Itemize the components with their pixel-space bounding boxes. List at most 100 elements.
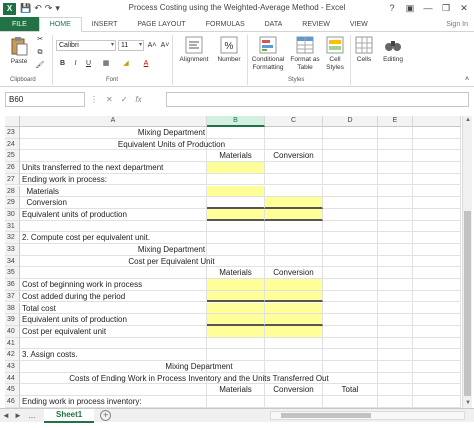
column-header-e[interactable]: E	[378, 116, 413, 127]
cell-a[interactable]: Ending work in process inventory:	[20, 396, 207, 408]
cell-f[interactable]	[413, 255, 461, 268]
cell-c[interactable]: Conversion	[265, 267, 323, 280]
cell-b[interactable]	[207, 232, 265, 244]
cell-a[interactable]: Ending work in process:	[20, 173, 207, 186]
cell-f[interactable]	[413, 173, 461, 186]
cell-a[interactable]: Cost added during the period	[20, 290, 207, 303]
cell-c[interactable]: Conversion	[265, 150, 323, 163]
cell-d[interactable]	[323, 150, 378, 163]
font-name-select[interactable]: Calibri ▾	[56, 40, 116, 51]
row-header[interactable]: 32	[5, 232, 20, 244]
cell-b[interactable]: Materials	[207, 150, 265, 163]
cell-f[interactable]	[413, 267, 461, 280]
sign-in-link[interactable]: Sign In	[446, 17, 474, 31]
row-header[interactable]: 30	[5, 208, 20, 221]
row-header[interactable]: 35	[5, 267, 20, 280]
cell-e[interactable]	[378, 150, 413, 163]
formula-input[interactable]	[166, 92, 469, 107]
font-color-button[interactable]: A	[140, 58, 152, 69]
sheet-tab-sheet1[interactable]: Sheet1	[44, 408, 95, 423]
font-size-select[interactable]: 11 ▾	[118, 40, 144, 51]
cell-e[interactable]	[378, 232, 413, 244]
row-header[interactable]: 43	[5, 361, 20, 373]
cell-a[interactable]: Materials	[20, 185, 207, 198]
cell-e[interactable]	[378, 279, 413, 291]
help-button[interactable]: ?	[384, 1, 400, 15]
cell-c[interactable]	[265, 220, 323, 233]
row-header[interactable]: 27	[5, 173, 20, 186]
italic-button[interactable]: I	[71, 58, 80, 69]
cell-e[interactable]	[378, 267, 413, 280]
column-header-f[interactable]	[413, 116, 461, 127]
sheet-prev-icon[interactable]: ◄	[0, 411, 12, 420]
cell-e[interactable]	[378, 314, 413, 326]
cell-d[interactable]	[323, 232, 378, 244]
cell-b[interactable]	[207, 220, 265, 233]
cell-f[interactable]	[413, 138, 461, 151]
cell-a[interactable]	[20, 220, 207, 233]
cell-b[interactable]	[207, 197, 265, 209]
alignment-button[interactable]: Alignment	[176, 36, 212, 64]
borders-icon[interactable]: ▦	[100, 58, 112, 69]
row-header[interactable]: 26	[5, 162, 20, 174]
cell-a[interactable]: Total cost	[20, 302, 207, 315]
cell-d[interactable]	[323, 349, 378, 361]
cell-f[interactable]	[413, 150, 461, 163]
cell-c[interactable]	[265, 185, 323, 198]
cell-b[interactable]	[207, 162, 265, 174]
cell-a[interactable]: Cost per equivalent unit	[20, 325, 207, 338]
cell-c[interactable]: Conversion	[265, 384, 323, 397]
underline-button[interactable]: U	[84, 58, 93, 69]
customize-qat-icon[interactable]: ▾	[55, 3, 60, 14]
column-header-c[interactable]: C	[265, 116, 323, 127]
cell-a[interactable]	[20, 384, 207, 397]
cell-f[interactable]	[413, 361, 461, 373]
cell-e[interactable]	[378, 173, 413, 186]
cell-e[interactable]	[378, 162, 413, 174]
scroll-up-icon[interactable]: ▲	[463, 116, 473, 125]
tab-view[interactable]: VIEW	[340, 17, 378, 31]
row-header[interactable]: 31	[5, 220, 20, 233]
cells-button[interactable]: Cells	[352, 36, 376, 64]
cell-b[interactable]	[207, 279, 265, 291]
cell-b[interactable]	[207, 396, 265, 408]
cell-e[interactable]	[378, 185, 413, 198]
cell-d[interactable]	[323, 314, 378, 326]
scroll-down-icon[interactable]: ▼	[463, 399, 473, 408]
cut-icon[interactable]: ✂	[35, 34, 45, 45]
row-header[interactable]: 44	[5, 372, 20, 385]
cell-f[interactable]	[413, 396, 461, 408]
shrink-font-button[interactable]: A˅	[160, 40, 170, 51]
cell-d[interactable]	[323, 208, 378, 221]
cell-f[interactable]	[413, 290, 461, 303]
cell-d[interactable]	[323, 325, 378, 338]
enter-icon[interactable]: ✓	[121, 95, 128, 104]
row-header[interactable]: 37	[5, 290, 20, 303]
cell-e[interactable]	[378, 127, 413, 139]
copy-icon[interactable]: ⧉	[35, 47, 45, 58]
cell-d[interactable]	[323, 220, 378, 233]
cell-e[interactable]	[378, 337, 413, 350]
tab-home[interactable]: HOME	[38, 17, 82, 32]
restore-button[interactable]: ❐	[438, 1, 454, 15]
row-header[interactable]: 38	[5, 302, 20, 315]
cell-c[interactable]	[265, 325, 323, 338]
save-icon[interactable]: 💾	[20, 3, 31, 14]
tab-data[interactable]: DATA	[255, 17, 293, 31]
add-sheet-button[interactable]: +	[100, 410, 112, 421]
cell-a[interactable]	[20, 150, 207, 163]
ribbon-display-icon[interactable]: ▣	[402, 1, 418, 15]
cell-f[interactable]	[413, 162, 461, 174]
row-header[interactable]: 36	[5, 279, 20, 291]
cell-b[interactable]	[207, 290, 265, 303]
name-box[interactable]: B60	[5, 92, 85, 107]
insert-function-icon[interactable]: fx	[135, 95, 141, 104]
cell-e[interactable]	[378, 197, 413, 209]
vertical-scrollbar[interactable]: ▲ ▼	[462, 116, 472, 408]
cell-a[interactable]: Equivalent units of production	[20, 314, 207, 326]
row-header[interactable]: 41	[5, 337, 20, 350]
cell-b[interactable]: Materials	[207, 384, 265, 397]
row-header[interactable]: 24	[5, 138, 20, 151]
format-painter-icon[interactable]: 🖌	[35, 60, 45, 71]
number-format-button[interactable]: % Number	[214, 36, 244, 64]
